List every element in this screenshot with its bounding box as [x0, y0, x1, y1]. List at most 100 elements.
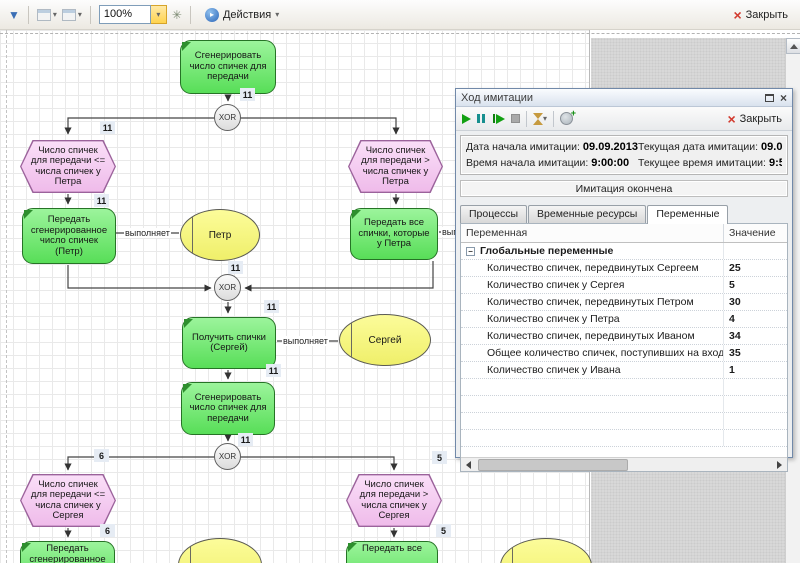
application-window: ▼ ▾ ▾ 100% ▾ ✳ ▸ Действия ▾ × Закрыть: [0, 0, 800, 563]
tab-processes[interactable]: Процессы: [460, 205, 527, 223]
table-row[interactable]: Общее количество спичек, поступивших на …: [461, 345, 787, 362]
task-label: Получить спички (Сергей): [188, 333, 270, 354]
table-header: Переменная Значение: [461, 224, 787, 243]
pause-icon: [482, 114, 485, 123]
variable-name: Общее количество спичек, поступивших на …: [461, 347, 723, 359]
flow-count-badge: 6: [94, 449, 109, 462]
close-icon[interactable]: ×: [780, 92, 787, 104]
variable-value: 35: [723, 345, 787, 361]
table-row[interactable]: Количество спичек у Ивана 1: [461, 362, 787, 379]
table-row[interactable]: Количество спичек, передвинутых Иваном 3…: [461, 328, 787, 345]
zoom-dropdown-button[interactable]: ▾: [151, 5, 167, 24]
table-row[interactable]: Количество спичек, передвинутых Петром 3…: [461, 294, 787, 311]
column-value: Значение: [723, 224, 787, 242]
condition-label: Число спичек для передачи <= числа спиче…: [30, 146, 105, 188]
flow-count-badge: 5: [432, 451, 447, 464]
current-time-label: Текущее время имитации:: [638, 157, 766, 169]
fold-corner-icon: [183, 384, 192, 393]
scroll-right-button[interactable]: [772, 458, 787, 472]
variable-name: Количество спичек у Петра: [461, 313, 723, 325]
collapse-toolbar-icon[interactable]: ▼: [8, 8, 20, 22]
connector-line: [240, 118, 396, 134]
export-diagram-button[interactable]: ▾: [37, 9, 57, 21]
close-icon: ×: [733, 8, 741, 22]
actions-button[interactable]: ▸ Действия ▾: [199, 6, 285, 24]
scroll-left-button[interactable]: [461, 458, 476, 472]
add-settings-button[interactable]: +: [560, 112, 573, 125]
scrollbar-thumb[interactable]: [478, 459, 628, 471]
task-generate-matches-2[interactable]: Сгенерировать число спичек для передачи: [181, 382, 275, 435]
variable-name: Количество спичек, передвинутых Петром: [461, 296, 723, 308]
fold-corner-icon: [24, 210, 33, 219]
start-date-label: Дата начала имитации:: [466, 141, 580, 153]
fold-corner-icon: [182, 42, 191, 51]
close-diagram-button[interactable]: × Закрыть: [733, 8, 792, 22]
simulation-panel-titlebar[interactable]: Ход имитации ×: [456, 89, 792, 107]
toolbar-separator: [90, 6, 91, 24]
panel-close-button[interactable]: × Закрыть: [727, 112, 786, 126]
table-row[interactable]: Количество спичек у Сергея 5: [461, 277, 787, 294]
condition-gt-petr[interactable]: Число спичек для передачи > числа спичек…: [348, 140, 443, 193]
xor-label: XOR: [219, 283, 236, 292]
task-transfer-generated-sergey[interactable]: Передать сгенерированное: [20, 541, 115, 563]
task-transfer-all-petr[interactable]: Передать все спички, которые у Петра: [350, 208, 438, 260]
table-row[interactable]: Количество спичек, передвинутых Сергеем …: [461, 260, 787, 277]
connector-line: [245, 261, 433, 288]
xor-gateway-1[interactable]: XOR: [214, 104, 241, 131]
performs-label: выполняет: [124, 228, 171, 238]
status-text: Имитация окончена: [576, 183, 673, 195]
role-divider-line: [190, 539, 191, 563]
play-button[interactable]: [462, 114, 471, 124]
zoom-level-input[interactable]: 100%: [99, 5, 151, 24]
print-diagram-button[interactable]: ▾: [62, 9, 82, 21]
empty-row: [461, 396, 787, 413]
table-horizontal-scrollbar[interactable]: [461, 457, 787, 471]
chevron-down-icon: ▾: [53, 10, 57, 19]
task-label: Передать все спички, которые у Петра: [356, 218, 432, 250]
performs-label: выполняет: [282, 336, 329, 346]
task-transfer-generated-petr[interactable]: Передать сгенерированное число спичек (П…: [22, 208, 116, 264]
pause-icon: [477, 114, 480, 123]
step-button[interactable]: [493, 114, 505, 124]
variable-value: 25: [723, 260, 787, 276]
resource-label: Сергей: [369, 335, 402, 346]
condition-label: Число спичек для передачи > числа спичек…: [356, 480, 431, 522]
pause-button[interactable]: [477, 114, 487, 123]
table-row[interactable]: Количество спичек у Петра 4: [461, 311, 787, 328]
simulation-toolbar: ▾ + × Закрыть: [456, 107, 792, 131]
fold-corner-icon: [184, 319, 193, 328]
main-toolbar: ▼ ▾ ▾ 100% ▾ ✳ ▸ Действия ▾ × Закрыть: [0, 0, 800, 30]
start-date-value: 09.09.2013: [583, 141, 638, 153]
variable-value: 34: [723, 328, 787, 344]
window-print-icon: [62, 9, 76, 21]
variable-name: Количество спичек у Ивана: [461, 364, 723, 376]
tab-time-resources[interactable]: Временные ресурсы: [528, 205, 646, 223]
resource-petr[interactable]: Петр: [180, 209, 260, 261]
close-button-label: Закрыть: [746, 9, 788, 21]
condition-gt-sergey[interactable]: Число спичек для передачи > числа спичек…: [346, 474, 442, 527]
xor-gateway-2[interactable]: XOR: [214, 274, 241, 301]
maximize-icon[interactable]: [765, 94, 774, 102]
flow-count-badge: 11: [228, 261, 243, 274]
resource-sergey[interactable]: Сергей: [339, 314, 431, 366]
xor-label: XOR: [219, 452, 236, 461]
fit-view-icon[interactable]: ✳: [172, 8, 182, 22]
collapse-expander-icon[interactable]: −: [466, 247, 475, 256]
xor-gateway-3[interactable]: XOR: [214, 443, 241, 470]
stop-button[interactable]: [511, 114, 520, 123]
variable-name: Количество спичек, передвинутых Иваном: [461, 330, 723, 342]
panel-tabs: Процессы Временные ресурсы Переменные: [456, 197, 792, 223]
tab-variables[interactable]: Переменные: [647, 205, 728, 224]
simulation-speed-button[interactable]: ▾: [533, 113, 547, 125]
role-divider-line: [192, 210, 193, 260]
task-receive-sergey[interactable]: Получить спички (Сергей): [182, 317, 276, 369]
task-transfer-all-sergey[interactable]: Передать все: [346, 541, 438, 563]
condition-le-sergey[interactable]: Число спичек для передачи <= числа спиче…: [20, 474, 116, 527]
variable-name: Количество спичек у Сергея: [461, 279, 723, 291]
fold-corner-icon: [348, 543, 357, 552]
variable-name: Количество спичек, передвинутых Сергеем: [461, 262, 723, 274]
table-group-row[interactable]: −Глобальные переменные: [461, 243, 787, 260]
task-generate-matches-1[interactable]: Сгенерировать число спичек для передачи: [180, 40, 276, 94]
fold-corner-icon: [22, 543, 31, 552]
condition-le-petr[interactable]: Число спичек для передачи <= числа спиче…: [20, 140, 116, 193]
